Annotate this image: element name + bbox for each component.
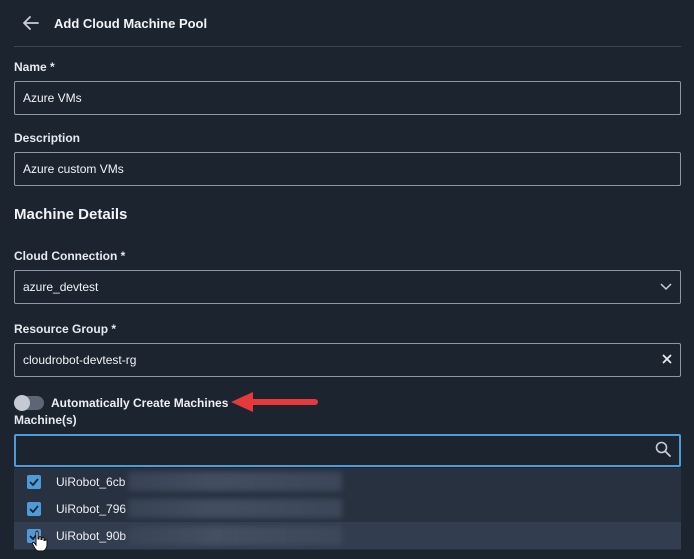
- redacted-text: [128, 526, 342, 545]
- toggle-knob: [14, 395, 30, 411]
- machine-details-heading: Machine Details: [14, 206, 128, 223]
- hand-cursor-icon: [31, 530, 48, 552]
- checkbox[interactable]: [27, 501, 41, 516]
- cloud-connection-select[interactable]: azure_devtest: [14, 270, 681, 304]
- machines-search-input[interactable]: [24, 443, 655, 458]
- page-title: Add Cloud Machine Pool: [54, 15, 208, 31]
- machines-dropdown: UiRobot_6cb UiRobot_796 UiRobot_90b: [14, 468, 681, 550]
- name-label: Name *: [14, 60, 55, 74]
- resource-group-label: Resource Group *: [14, 322, 117, 336]
- chevron-down-icon[interactable]: [660, 280, 672, 294]
- name-value: Azure VMs: [23, 91, 82, 105]
- cloud-connection-value: azure_devtest: [23, 280, 99, 294]
- checkmark-icon: [29, 477, 39, 486]
- list-item[interactable]: UiRobot_90b: [14, 522, 681, 549]
- checkbox[interactable]: [27, 474, 41, 489]
- auto-create-toggle[interactable]: [14, 395, 44, 411]
- cloud-connection-label: Cloud Connection *: [14, 249, 126, 263]
- description-label: Description: [14, 131, 81, 145]
- list-item[interactable]: UiRobot_796: [14, 495, 681, 522]
- checkmark-icon: [29, 504, 39, 513]
- page-header: Add Cloud Machine Pool: [14, 0, 681, 47]
- machines-search[interactable]: [14, 434, 681, 467]
- machine-label: UiRobot_90b: [56, 528, 127, 543]
- machine-label: UiRobot_796: [56, 501, 127, 516]
- resource-group-value: cloudrobot-devtest-rg: [23, 353, 137, 367]
- list-item[interactable]: UiRobot_6cb: [14, 468, 681, 495]
- description-value: Azure custom VMs: [23, 162, 124, 176]
- close-icon[interactable]: [662, 353, 672, 367]
- resource-group-select[interactable]: cloudrobot-devtest-rg: [14, 343, 681, 377]
- red-arrow-annotation: [231, 392, 318, 412]
- search-icon[interactable]: [655, 441, 671, 460]
- redacted-text: [128, 472, 342, 491]
- auto-create-row: Automatically Create Machines: [14, 394, 228, 412]
- back-arrow-icon[interactable]: [20, 12, 42, 34]
- machines-label: Machine(s): [14, 413, 77, 427]
- name-field[interactable]: Azure VMs: [14, 81, 681, 115]
- redacted-text: [128, 499, 342, 518]
- machine-label: UiRobot_6cb: [56, 474, 126, 489]
- auto-create-label: Automatically Create Machines: [51, 396, 229, 410]
- description-field[interactable]: Azure custom VMs: [14, 152, 681, 186]
